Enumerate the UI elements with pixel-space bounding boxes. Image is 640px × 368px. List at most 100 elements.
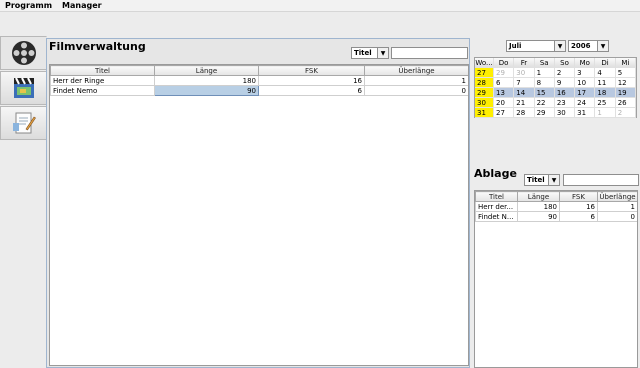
cell-ueberlaenge[interactable]: 0 [364,85,468,96]
year-combo[interactable]: 2006 ▼ [568,40,609,52]
cell-titel[interactable]: Findet Nemo [50,85,155,96]
cell-fsk[interactable]: 6 [258,85,365,96]
cell-laenge[interactable]: 180 [517,201,560,212]
calendar-day[interactable]: 10 [575,78,596,88]
menu-bar: Programm Manager [0,0,640,12]
film-table: Titel Länge FSK Überlänge Herr der Ringe… [49,64,469,366]
calendar-day[interactable]: 30 [554,108,576,118]
calendar-week-number: 29 [475,88,494,98]
calendar-day[interactable]: 1 [534,68,555,78]
calendar-header: Mo [575,58,596,68]
column-header-titel[interactable]: Titel [50,65,155,76]
calendar-day[interactable]: 26 [615,98,636,108]
ablage-table: Titel Länge FSK Überlänge Herr der... 18… [474,190,638,368]
tab-films[interactable] [0,36,47,70]
calendar-day[interactable]: 29 [534,108,555,118]
tab-notes[interactable] [0,106,47,140]
calendar-day[interactable]: 2 [554,68,576,78]
calendar-day[interactable]: 28 [514,108,535,118]
calendar-header: Mi [615,58,636,68]
column-header-fsk[interactable]: FSK [559,191,598,202]
ablage-title: Ablage [474,167,517,180]
calendar-day[interactable]: 21 [514,98,535,108]
search-input[interactable] [391,47,468,59]
calendar-day[interactable]: 11 [595,78,616,88]
calendar-day[interactable]: 12 [615,78,636,88]
calendar-day[interactable]: 1 [595,108,616,118]
calendar-day[interactable]: 8 [534,78,555,88]
panel-title: Filmverwaltung [49,40,146,53]
column-header-laenge[interactable]: Länge [517,191,560,202]
ablage-filter-combo[interactable]: Titel ▼ [524,174,560,186]
calendar-header: Fr [514,58,535,68]
table-row[interactable]: Herr der... 180 16 1 [475,201,637,212]
calendar-day[interactable]: 3 [575,68,596,78]
chevron-down-icon: ▼ [377,48,388,58]
column-header-titel[interactable]: Titel [475,191,518,202]
calendar-day[interactable]: 7 [514,78,535,88]
cell-fsk[interactable]: 6 [559,211,598,222]
calendar-day[interactable]: 20 [494,98,515,108]
calendar-day-selected-week[interactable]: 14 [514,88,535,98]
column-header-fsk[interactable]: FSK [258,65,365,76]
cell-ueberlaenge[interactable]: 1 [364,75,468,86]
filter-combo[interactable]: Titel ▼ [351,47,389,59]
table-row[interactable]: Herr der Ringe 180 16 1 [50,75,468,86]
calendar: Wo... Do Fr Sa So Mo Di Mi 27 29 30 1 2 … [474,57,637,118]
cell-titel[interactable]: Herr der Ringe [50,75,155,86]
column-header-ueberlaenge[interactable]: Überlänge [364,65,468,76]
calendar-day[interactable]: 31 [575,108,596,118]
calendar-day[interactable]: 4 [595,68,616,78]
clapperboard-icon [14,77,34,98]
cell-fsk[interactable]: 16 [258,75,365,86]
side-tabs [0,36,47,368]
filter-combo-value: Titel [354,49,372,57]
chevron-down-icon: ▼ [554,41,565,51]
calendar-day[interactable]: 9 [554,78,576,88]
calendar-week-number: 27 [475,68,494,78]
table-row[interactable]: Findet Nemo 90 6 0 [50,85,468,96]
table-row[interactable]: Findet N... 90 6 0 [475,211,637,222]
menu-manager[interactable]: Manager [57,0,107,12]
cell-laenge-selected[interactable]: 90 [154,85,259,96]
film-reel-icon [11,41,36,65]
calendar-day[interactable]: 22 [534,98,555,108]
ablage-search-input[interactable] [563,174,639,186]
calendar-day[interactable]: 5 [615,68,636,78]
cell-laenge[interactable]: 180 [154,75,259,86]
cell-ueberlaenge[interactable]: 1 [597,201,637,212]
calendar-day[interactable]: 27 [494,108,515,118]
calendar-day-selected-week[interactable]: 15 [534,88,555,98]
film-management-panel: Filmverwaltung Titel ▼ Titel Länge FSK Ü… [46,38,470,368]
calendar-header: Wo... [475,58,494,68]
calendar-day[interactable]: 23 [554,98,576,108]
cell-titel[interactable]: Findet N... [475,211,518,222]
calendar-header: So [554,58,576,68]
calendar-day-selected-week[interactable]: 18 [595,88,616,98]
cell-laenge[interactable]: 90 [517,211,560,222]
calendar-week-number: 31 [475,108,494,118]
calendar-header: Sa [534,58,555,68]
year-combo-value: 2006 [571,42,591,50]
menu-programm[interactable]: Programm [0,0,57,12]
column-header-ueberlaenge[interactable]: Überlänge [597,191,637,202]
calendar-header: Di [595,58,616,68]
calendar-day[interactable]: 29 [494,68,515,78]
tab-clapper[interactable] [0,71,47,105]
calendar-day-selected-week[interactable]: 19 [615,88,636,98]
cell-titel[interactable]: Herr der... [475,201,518,212]
calendar-day-selected-week[interactable]: 13 [494,88,515,98]
calendar-day[interactable]: 30 [514,68,535,78]
calendar-day[interactable]: 25 [595,98,616,108]
calendar-day[interactable]: 24 [575,98,596,108]
month-combo[interactable]: Juli ▼ [506,40,566,52]
column-header-laenge[interactable]: Länge [154,65,259,76]
cell-fsk[interactable]: 16 [559,201,598,212]
chevron-down-icon: ▼ [597,41,608,51]
calendar-day-selected-week[interactable]: 17 [575,88,596,98]
calendar-day[interactable]: 6 [494,78,515,88]
calendar-day-selected-week[interactable]: 16 [554,88,576,98]
cell-ueberlaenge[interactable]: 0 [597,211,637,222]
calendar-day[interactable]: 2 [615,108,636,118]
ablage-filter-value: Titel [527,176,545,184]
